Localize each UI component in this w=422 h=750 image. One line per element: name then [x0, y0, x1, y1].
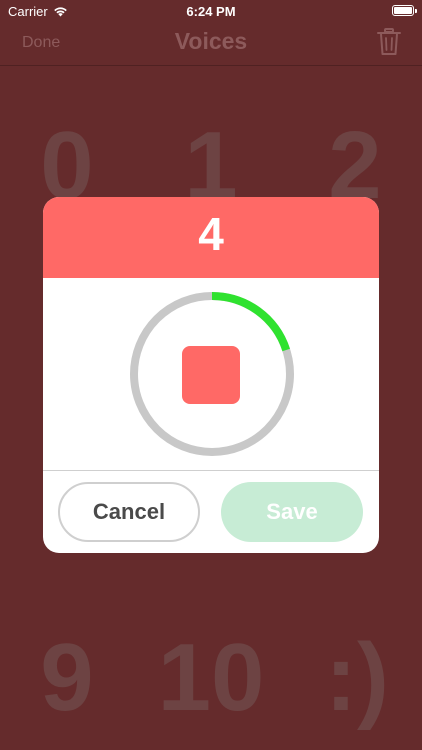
number-tile-10[interactable]: 10 [136, 630, 286, 726]
trash-icon[interactable] [376, 28, 402, 56]
number-tile-smile[interactable]: :) [282, 630, 422, 726]
save-button[interactable]: Save [221, 482, 363, 542]
record-dialog: 4 Cancel Save [43, 197, 379, 553]
number-tile-9[interactable]: 9 [0, 630, 142, 726]
stop-recording-button[interactable] [182, 346, 240, 404]
page-title: Voices [174, 28, 248, 54]
navigation-bar: Done Voices [0, 22, 422, 66]
battery-icon [392, 5, 417, 16]
status-time: 6:24 PM [186, 4, 236, 19]
dialog-divider [43, 470, 379, 471]
selected-number: 4 [198, 208, 224, 260]
battery-level [394, 7, 412, 14]
status-bar: Carrier 6:24 PM [0, 0, 422, 22]
dialog-header: 4 [43, 197, 379, 278]
cancel-button[interactable]: Cancel [58, 482, 200, 542]
